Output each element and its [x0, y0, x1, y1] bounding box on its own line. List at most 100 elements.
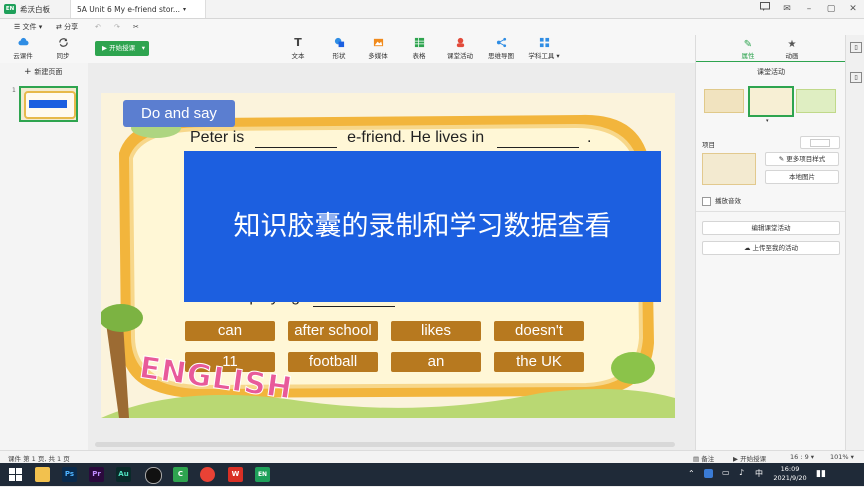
word-card[interactable]: likes	[391, 321, 481, 341]
app-tab[interactable]: EN 希沃白板	[4, 0, 64, 18]
maximize-button[interactable]: ▢	[824, 2, 838, 16]
blank-2[interactable]	[496, 129, 579, 148]
volume-icon[interactable]: ♪	[739, 468, 744, 477]
chevron-down-icon[interactable]: ▾	[135, 41, 145, 56]
tool-class-activity-label: 课堂活动	[447, 52, 473, 60]
seewo-taskbar-icon[interactable]: EN	[255, 467, 270, 482]
status-start-button[interactable]: ▶ 开始授课	[733, 453, 766, 463]
file-menu-label: 文件	[22, 23, 37, 31]
camtasia-icon[interactable]: C	[173, 467, 188, 482]
close-button[interactable]: ✕	[846, 2, 860, 16]
tab-animation[interactable]: ★ 动画	[778, 39, 806, 60]
audition-icon[interactable]: Au	[116, 467, 131, 482]
mind-map-icon	[496, 37, 506, 48]
play-sound-option[interactable]: 播放音效	[702, 195, 741, 206]
network-icon[interactable]: ▭	[722, 468, 730, 477]
tool-subject-tools[interactable]: 学科工具 ▾	[524, 37, 564, 60]
sentence-1-end: .	[587, 129, 592, 146]
aspect-ratio-select[interactable]: 16 : 9 ▾	[790, 453, 814, 461]
word-card[interactable]: can	[185, 321, 275, 341]
divider	[696, 211, 846, 212]
collapse-panel-icon[interactable]: ▯	[850, 42, 862, 53]
cloud-courseware-button[interactable]: 云课件	[6, 37, 40, 60]
start-teaching-button[interactable]: ▶ 开始授课 ▾	[95, 41, 149, 56]
table-icon	[414, 37, 424, 48]
document-tab[interactable]: 5A Unit 6 My e-friend stor... ▾	[70, 0, 206, 18]
redo-icon[interactable]: ↷	[114, 21, 120, 33]
wps-icon[interactable]: W	[228, 467, 243, 482]
screen-recorder-icon[interactable]	[145, 467, 162, 484]
photoshop-icon[interactable]: Ps	[62, 467, 77, 482]
template-thumbnail[interactable]	[796, 89, 836, 113]
template-thumbnail-selected[interactable]	[748, 86, 794, 117]
clock[interactable]: 16:09 2021/9/20	[770, 465, 810, 483]
word-card[interactable]: after school	[288, 321, 378, 341]
word-card[interactable]: football	[288, 352, 378, 372]
sentence-line-1: Peter is e-friend. He lives in .	[190, 129, 591, 148]
edit-activity-button[interactable]: 编辑课堂活动	[702, 221, 840, 235]
zoom-level[interactable]: 101% ▾	[830, 453, 854, 461]
format-painter-icon[interactable]: ✂	[133, 21, 139, 33]
project-style-preview[interactable]	[702, 153, 756, 185]
upload-activity-button[interactable]: ☁ 上传至我的活动	[702, 241, 840, 255]
page-thumbnail[interactable]	[19, 86, 78, 122]
tool-shape[interactable]: 形状	[322, 37, 356, 60]
blank-1[interactable]	[254, 129, 337, 148]
word-card[interactable]: an	[391, 352, 481, 372]
file-menu[interactable]: ☰ 文件 ▾	[14, 21, 42, 33]
multimedia-icon	[373, 38, 383, 47]
tab-properties[interactable]: ✎ 属性	[734, 39, 762, 60]
notes-button[interactable]: ▤ 备注	[693, 453, 714, 463]
expand-panel-icon[interactable]: ▯	[850, 72, 862, 83]
document-tab-title: 5A Unit 6 My e-friend stor...	[77, 4, 181, 14]
feedback-icon[interactable]	[758, 2, 772, 16]
title-bar: EN 希沃白板 5A Unit 6 My e-friend stor... ▾ …	[0, 0, 864, 19]
more-styles-button[interactable]: ✎ 更多项目样式	[765, 152, 839, 166]
play-sound-checkbox[interactable]	[702, 196, 711, 206]
app-name: 希沃白板	[20, 4, 50, 14]
tray-app-icon[interactable]	[704, 469, 713, 478]
clock-date: 2021/9/20	[773, 474, 807, 482]
mail-icon[interactable]: ✉	[780, 2, 794, 16]
tool-mind-map[interactable]: 思维导图	[484, 37, 518, 60]
tool-subject-tools-label: 学科工具	[528, 52, 555, 60]
horizontal-scrollbar[interactable]	[95, 442, 675, 447]
tool-multimedia[interactable]: 多媒体	[361, 37, 395, 60]
tool-text[interactable]: T 文本	[281, 37, 315, 60]
tab-dropdown-icon[interactable]: ▾	[183, 6, 186, 13]
tab-properties-label: 属性	[741, 52, 755, 60]
notifications-icon[interactable]: ▮▮	[816, 469, 826, 479]
upload-icon: ☁	[743, 244, 753, 252]
aspect-ratio-value: 16 : 9	[790, 453, 809, 461]
sentence-1-part-a: Peter is	[190, 129, 245, 146]
windows-start-icon[interactable]	[8, 467, 23, 482]
subject-tools-icon	[539, 37, 549, 48]
class-activity-icon	[456, 37, 464, 48]
more-styles-label: 更多项目样式	[786, 155, 826, 163]
page-thumbnail-panel: + 新建页面 1	[0, 63, 89, 450]
sentence-1-part-b: e-friend. He lives in	[347, 129, 485, 146]
tray-chevron-icon[interactable]: ⌃	[688, 469, 695, 478]
slide-canvas[interactable]: Do and say Peter is e-friend. He lives i…	[101, 93, 675, 418]
cloud-label: 云课件	[13, 52, 33, 60]
project-color-picker[interactable]	[800, 136, 840, 149]
word-card[interactable]: the UK	[494, 352, 584, 372]
new-page-button[interactable]: + 新建页面	[24, 67, 62, 77]
plus-icon: +	[24, 67, 35, 77]
page-info: 课件 第 1 页, 共 1 页	[8, 455, 70, 463]
local-image-button[interactable]: 本地图片	[765, 170, 839, 184]
premiere-icon[interactable]: Pr	[89, 467, 104, 482]
file-explorer-icon[interactable]	[35, 467, 50, 482]
template-thumbnail[interactable]	[704, 89, 744, 113]
tool-table[interactable]: 表格	[402, 37, 436, 60]
tool-class-activity[interactable]: 课堂活动	[443, 37, 477, 60]
sync-button[interactable]: 同步	[46, 37, 80, 60]
chrome-icon[interactable]	[200, 467, 215, 482]
expand-templates-icon[interactable]: ▾	[766, 118, 769, 124]
minimize-button[interactable]: –	[802, 2, 816, 16]
ime-indicator[interactable]: 中	[755, 468, 763, 479]
app-logo-icon: EN	[4, 4, 16, 14]
undo-icon[interactable]: ↶	[95, 21, 101, 33]
share-menu[interactable]: ⇄ 分享	[56, 21, 78, 33]
word-card[interactable]: doesn't	[494, 321, 584, 341]
